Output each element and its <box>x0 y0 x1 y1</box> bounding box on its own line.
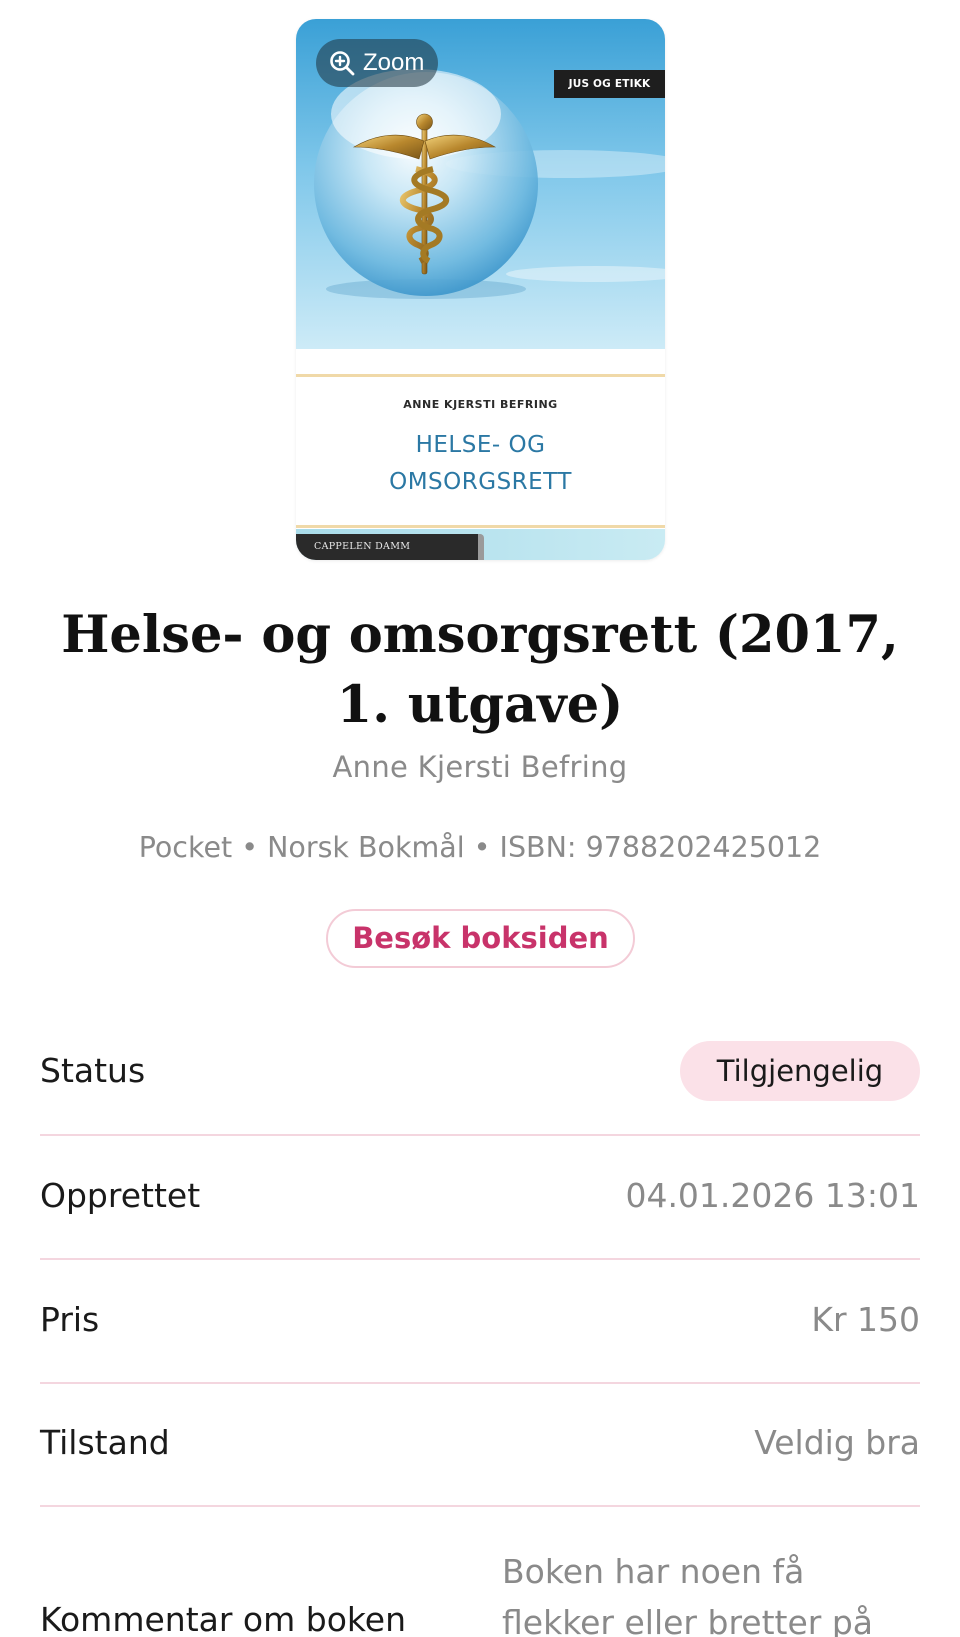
visit-book-page-button[interactable]: Besøk boksiden <box>326 909 635 968</box>
status-badge: Tilgjengelig <box>680 1041 920 1101</box>
cover-divider-top <box>296 374 665 377</box>
details-row-price: Pris Kr 150 <box>40 1260 920 1384</box>
book-detail-page: JUS OG ETIKK Zoom ANNE KJERSTI BEFRING H… <box>0 0 960 1637</box>
zoom-label: Zoom <box>363 49 425 76</box>
condition-label: Tilstand <box>40 1423 170 1462</box>
zoom-in-icon <box>329 50 355 76</box>
details-row-created: Opprettet 04.01.2026 13:01 <box>40 1136 920 1260</box>
zoom-button[interactable]: Zoom <box>316 39 438 87</box>
comment-label: Kommentar om boken <box>40 1600 407 1637</box>
cover-category-tag: JUS OG ETIKK <box>554 70 665 98</box>
book-author: Anne Kjersti Befring <box>332 750 628 784</box>
price-label: Pris <box>40 1300 100 1339</box>
price-value: Kr 150 <box>811 1300 920 1339</box>
cover-publisher: CAPPELEN DAMM AKADEMISK <box>296 534 484 560</box>
book-meta: Pocket • Norsk Bokmål • ISBN: 9788202425… <box>138 831 822 864</box>
details-row-condition: Tilstand Veldig bra <box>40 1384 920 1507</box>
cover-title: HELSE- OG OMSORGSRETT <box>296 427 665 501</box>
condition-value: Veldig bra <box>754 1423 920 1462</box>
status-label: Status <box>40 1051 146 1090</box>
details-row-status: Status Tilgjengelig <box>40 1041 920 1136</box>
cover-divider-bottom <box>296 525 665 528</box>
cover-title-line1: HELSE- OG <box>415 432 546 458</box>
book-cover[interactable]: JUS OG ETIKK Zoom ANNE KJERSTI BEFRING H… <box>296 19 665 560</box>
cover-title-line2: OMSORGSRETT <box>389 469 572 495</box>
comment-value: Boken har noen få flekker eller bretter … <box>502 1552 873 1637</box>
book-title: Helse- og omsorgsrett (2017, 1. utgave) <box>61 605 899 735</box>
cover-author: ANNE KJERSTI BEFRING <box>403 398 558 411</box>
created-label: Opprettet <box>40 1176 201 1215</box>
created-value: 04.01.2026 13:01 <box>625 1176 920 1215</box>
